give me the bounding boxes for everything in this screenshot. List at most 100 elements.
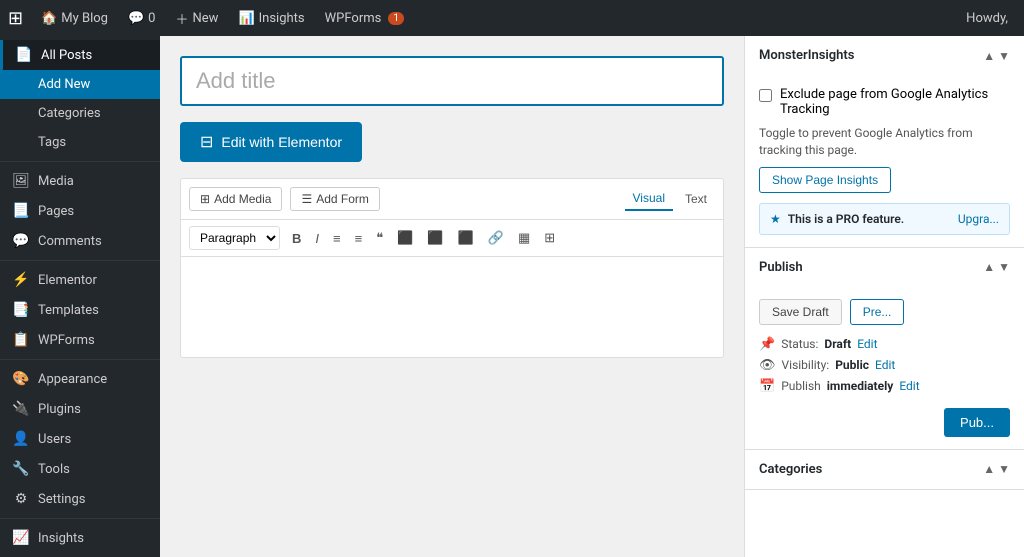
plus-icon: ＋ bbox=[175, 9, 188, 28]
paragraph-select[interactable]: Paragraph bbox=[189, 226, 280, 250]
star-icon: ★ bbox=[770, 212, 781, 226]
add-form-icon: ☰ bbox=[301, 192, 312, 206]
visual-tab[interactable]: Visual bbox=[625, 187, 673, 211]
categories-panel: Categories ▲ ▼ bbox=[745, 450, 1024, 490]
publish-toggle-icon: ▲ ▼ bbox=[983, 260, 1010, 274]
sidebar-item-add-new[interactable]: Add New bbox=[0, 70, 160, 99]
sidebar-item-pages[interactable]: 📃 Pages bbox=[0, 196, 160, 226]
main-layout: 📄 All Posts Add New Categories Tags 🖼 Me… bbox=[0, 36, 1024, 557]
monster-insights-header[interactable]: MonsterInsights ▲ ▼ bbox=[745, 36, 1024, 75]
adminbar-comments[interactable]: 💬 0 bbox=[120, 0, 164, 36]
sidebar: 📄 All Posts Add New Categories Tags 🖼 Me… bbox=[0, 36, 160, 557]
adminbar-new[interactable]: ＋ New bbox=[167, 0, 226, 36]
media-toolbar: ⊞ Add Media ☰ Add Form Visual Text bbox=[181, 179, 723, 220]
panel-title-monster: MonsterInsights bbox=[759, 48, 854, 63]
add-media-icon: ⊞ bbox=[200, 192, 210, 206]
users-icon: 👤 bbox=[12, 431, 30, 447]
calendar-icon: 📅 bbox=[759, 379, 775, 394]
monster-insights-body: Exclude page from Google Analytics Track… bbox=[745, 75, 1024, 247]
align-left-button[interactable]: ⬛ bbox=[391, 226, 419, 250]
unordered-list-button[interactable]: ≡ bbox=[327, 227, 347, 250]
sidebar-item-plugins[interactable]: 🔌 Plugins bbox=[0, 394, 160, 424]
sidebar-item-settings[interactable]: ⚙ Settings bbox=[0, 484, 160, 514]
show-page-insights-button[interactable]: Show Page Insights bbox=[759, 167, 891, 193]
visibility-icon: 👁 bbox=[759, 358, 776, 373]
publish-time-edit-link[interactable]: Edit bbox=[899, 379, 919, 393]
link-button[interactable]: 🔗 bbox=[482, 226, 510, 250]
pages-icon: 📃 bbox=[12, 203, 30, 219]
save-draft-button[interactable]: Save Draft bbox=[759, 299, 842, 325]
text-tab[interactable]: Text bbox=[677, 187, 715, 211]
comments-count: 0 bbox=[148, 11, 155, 26]
add-media-button[interactable]: ⊞ Add Media bbox=[189, 187, 282, 211]
pro-feature-text: This is a PRO feature. bbox=[788, 212, 904, 226]
chart-icon: 📊 bbox=[238, 11, 254, 26]
exclude-tracking-row: Exclude page from Google Analytics Track… bbox=[759, 87, 1010, 117]
categories-header[interactable]: Categories ▲ ▼ bbox=[745, 450, 1024, 489]
status-value: Draft bbox=[824, 337, 851, 351]
editor-content[interactable] bbox=[181, 257, 723, 357]
sidebar-item-users[interactable]: 👤 Users bbox=[0, 424, 160, 454]
comments-icon: 💬 bbox=[12, 233, 30, 249]
monster-toggle-icon: ▲ ▼ bbox=[983, 49, 1010, 63]
sidebar-item-media[interactable]: 🖼 Media bbox=[0, 166, 160, 196]
sidebar-item-appearance[interactable]: 🎨 Appearance bbox=[0, 364, 160, 394]
sidebar-item-wpforms[interactable]: 📋 WPForms bbox=[0, 325, 160, 355]
sidebar-item-categories[interactable]: Categories bbox=[0, 99, 160, 128]
sidebar-item-all-posts[interactable]: 📄 All Posts bbox=[0, 40, 160, 70]
publish-time-row: 📅 Publish immediately Edit bbox=[759, 379, 1010, 394]
upgrade-link[interactable]: Upgra... bbox=[958, 212, 999, 226]
admin-bar: ⊞ 🏠 My Blog 💬 0 ＋ New 📊 Insights WPForms… bbox=[0, 0, 1024, 36]
table-button[interactable]: ▦ bbox=[512, 226, 536, 250]
add-form-button[interactable]: ☰ Add Form bbox=[290, 187, 379, 211]
wpforms-badge: 1 bbox=[388, 12, 404, 25]
visibility-edit-link[interactable]: Edit bbox=[875, 358, 895, 372]
more-button[interactable]: ⊞ bbox=[538, 226, 561, 250]
publish-body: Save Draft Pre... 📌 Status: Draft Edit 👁… bbox=[745, 287, 1024, 449]
publish-time-value: immediately bbox=[827, 379, 894, 393]
bold-button[interactable]: B bbox=[286, 227, 307, 250]
templates-icon: 📑 bbox=[12, 302, 30, 318]
sidebar-item-templates[interactable]: 📑 Templates bbox=[0, 295, 160, 325]
comment-icon: 💬 bbox=[128, 11, 144, 26]
post-title-input[interactable] bbox=[180, 56, 724, 106]
publish-button[interactable]: Pub... bbox=[944, 408, 1010, 437]
pro-feature-bar: ★ This is a PRO feature. Upgra... bbox=[759, 203, 1010, 235]
blockquote-button[interactable]: ❝ bbox=[370, 226, 389, 250]
settings-icon: ⚙ bbox=[12, 491, 30, 507]
status-row: 📌 Status: Draft Edit bbox=[759, 337, 1010, 352]
italic-button[interactable]: I bbox=[309, 227, 325, 250]
right-sidebar: MonsterInsights ▲ ▼ Exclude page from Go… bbox=[744, 36, 1024, 557]
panel-title-publish: Publish bbox=[759, 260, 803, 275]
editor-box: ⊞ Add Media ☰ Add Form Visual Text bbox=[180, 178, 724, 358]
status-edit-link[interactable]: Edit bbox=[857, 337, 877, 351]
sidebar-item-comments[interactable]: 💬 Comments bbox=[0, 226, 160, 256]
sidebar-item-elementor[interactable]: ⚡ Elementor bbox=[0, 265, 160, 295]
preview-button[interactable]: Pre... bbox=[850, 299, 905, 325]
sidebar-item-insights[interactable]: 📈 Insights bbox=[0, 523, 160, 553]
editor-layout: ⊟ Edit with Elementor ⊞ Add Media ☰ Add … bbox=[160, 36, 1024, 557]
exclude-tracking-checkbox[interactable] bbox=[759, 89, 772, 102]
adminbar-site[interactable]: 🏠 My Blog bbox=[33, 0, 116, 36]
exclude-tracking-label: Exclude page from Google Analytics Track… bbox=[780, 87, 1010, 117]
align-center-button[interactable]: ⬛ bbox=[421, 226, 449, 250]
insights-icon: 📈 bbox=[12, 530, 30, 546]
adminbar-insights[interactable]: 📊 Insights bbox=[230, 0, 312, 36]
media-icon: 🖼 bbox=[12, 173, 30, 189]
wp-logo[interactable]: ⊞ bbox=[8, 8, 23, 29]
format-toolbar: Paragraph B I ≡ ≡ ❝ ⬛ ⬛ ⬛ 🔗 ▦ ⊞ bbox=[181, 220, 723, 257]
align-right-button[interactable]: ⬛ bbox=[452, 226, 480, 250]
publish-header[interactable]: Publish ▲ ▼ bbox=[745, 248, 1024, 287]
elementor-icon: ⚡ bbox=[12, 272, 30, 288]
visual-text-tabs: Visual Text bbox=[625, 187, 715, 211]
home-icon: 🏠 bbox=[41, 11, 57, 26]
sidebar-item-tags[interactable]: Tags bbox=[0, 128, 160, 157]
publish-panel: Publish ▲ ▼ Save Draft Pre... 📌 Status: … bbox=[745, 248, 1024, 450]
adminbar-wpforms[interactable]: WPForms 1 bbox=[317, 0, 412, 36]
edit-with-elementor-button[interactable]: ⊟ Edit with Elementor bbox=[180, 122, 362, 162]
ordered-list-button[interactable]: ≡ bbox=[349, 227, 369, 250]
plugins-icon: 🔌 bbox=[12, 401, 30, 417]
elementor-e-icon: ⊟ bbox=[200, 132, 213, 152]
sidebar-item-tools[interactable]: 🔧 Tools bbox=[0, 454, 160, 484]
site-name: My Blog bbox=[61, 11, 108, 26]
